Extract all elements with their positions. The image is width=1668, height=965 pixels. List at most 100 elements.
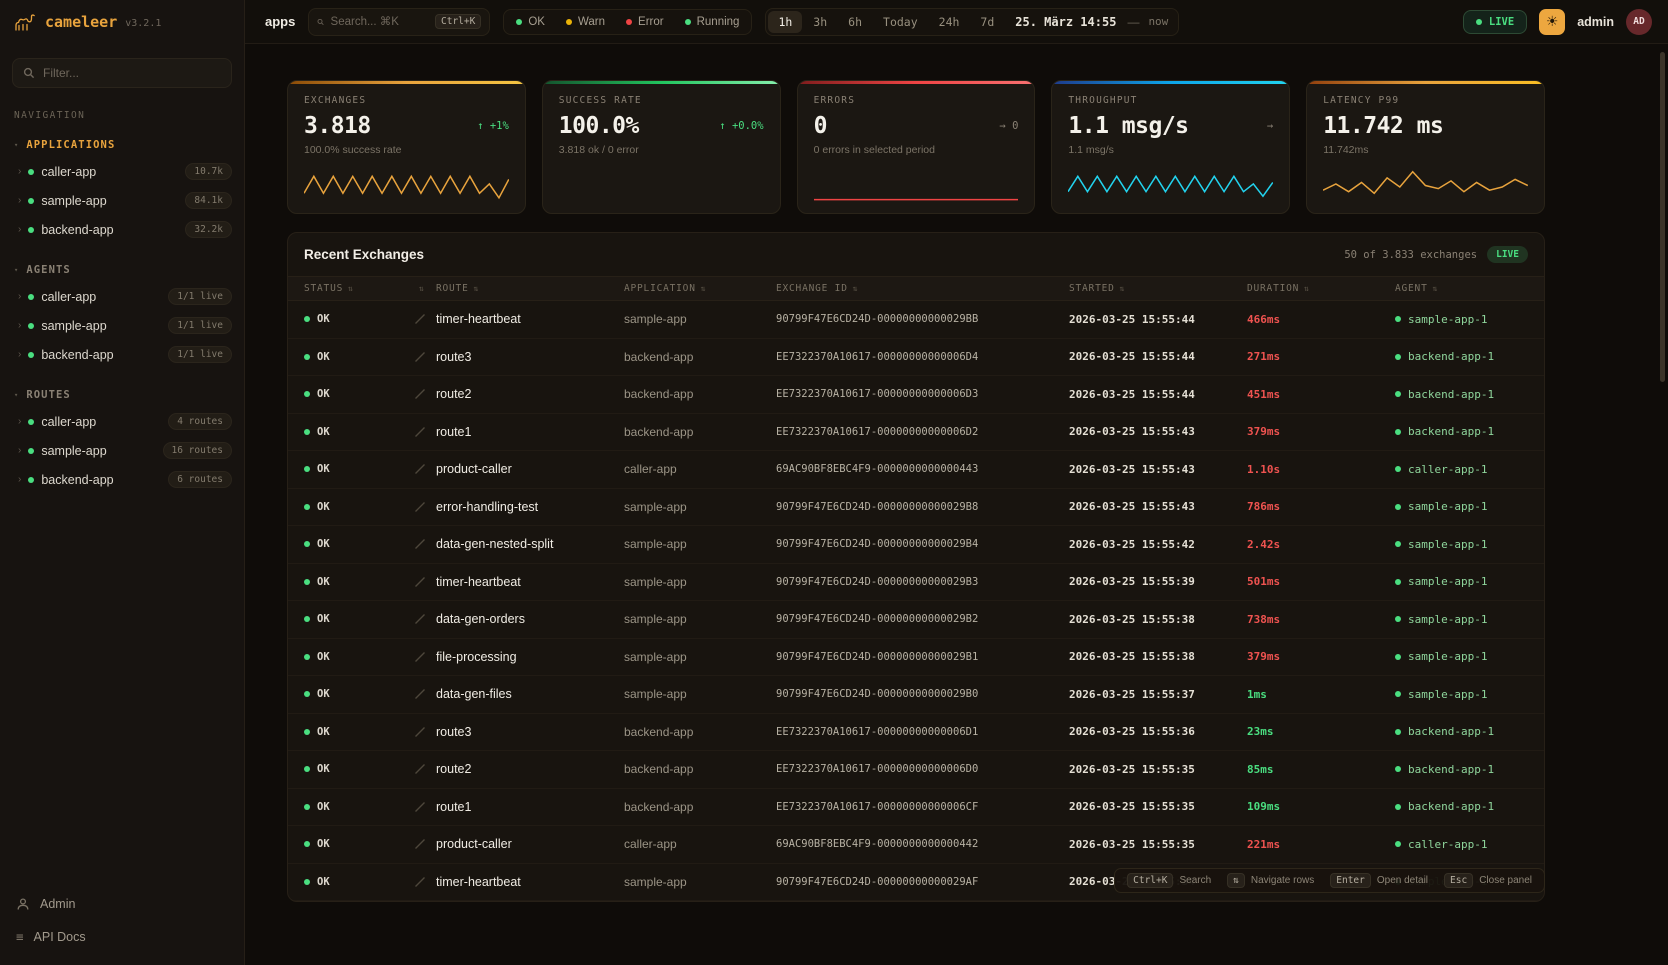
item-badge: 10.7k: [185, 163, 232, 180]
column-header[interactable]: STATUS ⇅: [304, 283, 414, 294]
stat-card: LATENCY P99 11.742 ms 11.742ms: [1306, 80, 1545, 214]
table-row[interactable]: OK route1 backend-app EE7322370A10617-00…: [288, 414, 1544, 452]
column-header[interactable]: ROUTE ⇅: [436, 283, 624, 294]
kbd-chip: ⇅: [1227, 873, 1245, 888]
table-row[interactable]: OK file-processing sample-app 90799F47E6…: [288, 639, 1544, 677]
chevron-right-icon: ›: [18, 417, 21, 427]
sidebar-item-route[interactable]: › backend-app 6 routes: [0, 465, 244, 494]
app-version: v3.2.1: [125, 18, 161, 29]
time-range-chip[interactable]: Today: [873, 11, 928, 33]
stat-subtext: 0 errors in selected period: [814, 144, 1019, 156]
admin-user-icon: [16, 897, 30, 911]
status-dot: [685, 19, 691, 25]
route-name: route1: [436, 800, 624, 814]
started-timestamp: 2026-03-25 15:55:35: [1069, 800, 1247, 813]
recent-exchanges-panel: Recent Exchanges 50 of 3.833 exchanges L…: [287, 232, 1545, 902]
table-row[interactable]: OK route2 backend-app EE7322370A10617-00…: [288, 751, 1544, 789]
hint-label: Navigate rows: [1251, 875, 1314, 886]
agent-dot: [1395, 691, 1401, 697]
column-header[interactable]: EXCHANGE ID ⇅: [776, 283, 1069, 294]
column-header[interactable]: APPLICATION ⇅: [624, 283, 776, 294]
route-name: route2: [436, 762, 624, 776]
sidebar-item-route[interactable]: › sample-app 16 routes: [0, 436, 244, 465]
applications-list: › caller-app 10.7k › sample-app 84.1k ›: [0, 157, 244, 244]
keyboard-hint: ⇅ Navigate rows: [1227, 873, 1314, 888]
agent-cell: sample-app-1: [1395, 500, 1528, 513]
table-row[interactable]: OK product-caller caller-app 69AC90BF8EB…: [288, 826, 1544, 864]
table-row[interactable]: OK error-handling-test sample-app 90799F…: [288, 489, 1544, 527]
search-input[interactable]: [331, 16, 429, 28]
trend-icon: [414, 876, 426, 888]
table-row[interactable]: OK timer-heartbeat sample-app 90799F47E6…: [288, 301, 1544, 339]
sort-icon: ⇅: [1304, 284, 1310, 293]
scrollbar-thumb[interactable]: [1660, 52, 1665, 382]
sort-icon: ⇅: [1433, 284, 1439, 293]
column-header[interactable]: ⇅: [414, 284, 436, 293]
started-timestamp: 2026-03-25 15:55:35: [1069, 838, 1247, 851]
filter-input[interactable]: [43, 66, 221, 80]
username[interactable]: admin: [1577, 15, 1614, 29]
sidebar-item-application[interactable]: › sample-app 84.1k: [0, 186, 244, 215]
status-cell: OK: [304, 876, 414, 888]
item-label: sample-app: [41, 194, 106, 208]
started-timestamp: 2026-03-25 15:55:36: [1069, 725, 1247, 738]
status-filter-chip[interactable]: OK: [506, 12, 555, 32]
item-label: caller-app: [41, 165, 96, 179]
stat-subtext: 3.818 ok / 0 error: [559, 144, 764, 156]
sidebar-item-agent[interactable]: › sample-app 1/1 live: [0, 311, 244, 340]
now-button[interactable]: now: [1140, 15, 1176, 28]
app-root: cameleer v3.2.1 NAVIGATION ▾ APPLICATION…: [0, 0, 1668, 965]
sidebar-item-api-docs[interactable]: ≡ API Docs: [0, 920, 244, 953]
time-range-chip[interactable]: 1h: [768, 11, 802, 33]
time-range-chip[interactable]: 6h: [838, 11, 872, 33]
duration: 786ms: [1247, 500, 1395, 513]
duration: 379ms: [1247, 425, 1395, 438]
table-row[interactable]: OK data-gen-orders sample-app 90799F47E6…: [288, 601, 1544, 639]
sidebar-item-application[interactable]: › caller-app 10.7k: [0, 157, 244, 186]
table-row[interactable]: OK route1 backend-app EE7322370A10617-00…: [288, 789, 1544, 827]
sidebar-item-agent[interactable]: › backend-app 1/1 live: [0, 340, 244, 369]
time-range-chip[interactable]: 3h: [803, 11, 837, 33]
section-header-applications[interactable]: ▾ APPLICATIONS: [0, 135, 244, 157]
table-row[interactable]: OK route3 backend-app EE7322370A10617-00…: [288, 714, 1544, 752]
sidebar-item-agent[interactable]: › caller-app 1/1 live: [0, 282, 244, 311]
table-row[interactable]: OK data-gen-files sample-app 90799F47E6C…: [288, 676, 1544, 714]
table-row[interactable]: OK route2 backend-app EE7322370A10617-00…: [288, 376, 1544, 414]
stat-subtext: 1.1 msg/s: [1068, 144, 1273, 156]
column-header[interactable]: DURATION ⇅: [1247, 283, 1395, 294]
table-row[interactable]: OK timer-heartbeat sample-app 90799F47E6…: [288, 564, 1544, 602]
ok-dot: [304, 654, 310, 660]
status-dot: [28, 294, 34, 300]
sidebar-filter: [12, 58, 232, 88]
section-header-agents[interactable]: ▾ AGENTS: [0, 260, 244, 282]
theme-toggle-button[interactable]: ☀: [1539, 9, 1565, 35]
trend-icon: [414, 801, 426, 813]
trend-icon-cell: [414, 613, 436, 625]
status-filter-chip[interactable]: Running: [675, 12, 750, 32]
column-header[interactable]: AGENT ⇅: [1395, 283, 1528, 294]
item-badge: 32.2k: [185, 221, 232, 238]
status-cell: OK: [304, 351, 414, 363]
time-range-chip[interactable]: 24h: [929, 11, 970, 33]
item-badge: 6 routes: [168, 471, 232, 488]
sidebar-item-route[interactable]: › caller-app 4 routes: [0, 407, 244, 436]
ok-dot: [304, 579, 310, 585]
exchange-id: 90799F47E6CD24D-00000000000029BB: [776, 313, 1069, 325]
caret-icon: ▾: [14, 391, 19, 399]
time-range-chip[interactable]: 7d: [970, 11, 1004, 33]
avatar[interactable]: AD: [1626, 9, 1652, 35]
duration: 1.10s: [1247, 463, 1395, 476]
table-row[interactable]: OK product-caller caller-app 69AC90BF8EB…: [288, 451, 1544, 489]
table-row[interactable]: OK route3 backend-app EE7322370A10617-00…: [288, 339, 1544, 377]
table-row[interactable]: OK data-gen-nested-split sample-app 9079…: [288, 526, 1544, 564]
agent-name: backend-app-1: [1408, 388, 1494, 401]
sidebar-item-application[interactable]: › backend-app 32.2k: [0, 215, 244, 244]
status-filter-chip[interactable]: Error: [616, 12, 674, 32]
agent-dot: [1395, 841, 1401, 847]
status-label: OK: [317, 613, 330, 625]
section-header-routes[interactable]: ▾ ROUTES: [0, 385, 244, 407]
sidebar-item-admin[interactable]: Admin: [0, 888, 244, 920]
status-filter-chip[interactable]: Warn: [556, 12, 615, 32]
column-header[interactable]: STARTED ⇅: [1069, 283, 1247, 294]
live-toggle-button[interactable]: LIVE: [1463, 10, 1527, 34]
